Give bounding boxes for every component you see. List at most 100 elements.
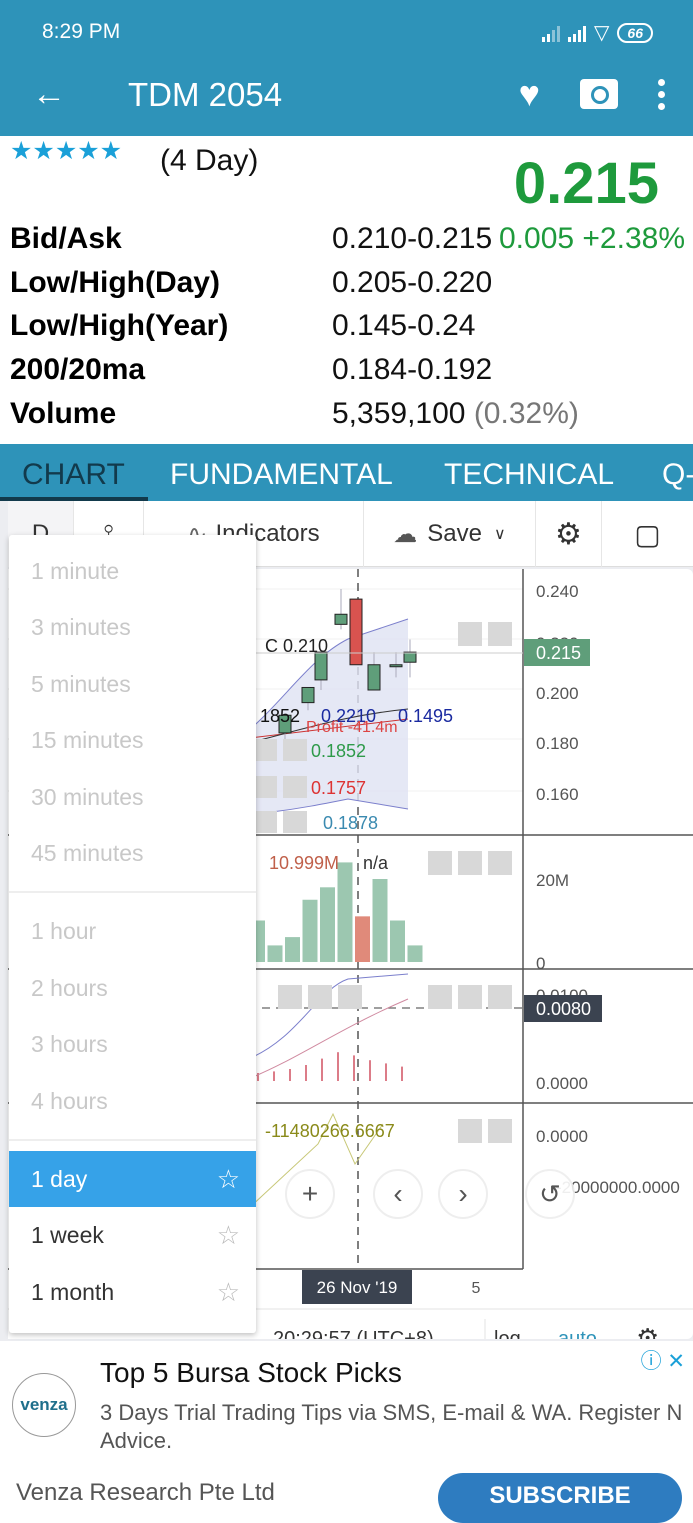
pane-controls-volume [428, 851, 512, 875]
more-options-icon[interactable] [658, 78, 665, 110]
volume-pct: (0.32%) [473, 397, 579, 430]
cloud-icon: ☁ [393, 520, 418, 548]
interval-option[interactable]: 15 minutes [9, 712, 256, 768]
ad-banner[interactable]: venza Top 5 Bursa Stock Picks 3 Days Tri… [0, 1343, 693, 1523]
profit-label: Profit -41.4m [306, 719, 398, 736]
tab-chart[interactable]: CHART [22, 458, 125, 492]
price-tick: 0.200 [536, 684, 579, 703]
candle-body [314, 651, 328, 681]
camera-outline-icon: ▢ [634, 518, 661, 550]
interval-option-label: 1 day [31, 1166, 88, 1192]
move-down-button [458, 622, 482, 646]
volume-bar [390, 920, 405, 962]
pane-controls-osc [458, 1119, 512, 1143]
last-price-tag: 0.215 [536, 643, 581, 663]
plus-icon: + [302, 1178, 318, 1209]
ad-info-close-icon[interactable]: ⓘ ✕ [641, 1345, 685, 1375]
chart-settings-icon: ⚙ [636, 1323, 659, 1339]
maximize-button [488, 622, 512, 646]
interval-option[interactable]: 1 minute [9, 543, 256, 599]
last-price: 0.215 [513, 151, 659, 216]
volume-bar [320, 887, 335, 962]
ad-company: Venza Research Pte Ltd [16, 1479, 275, 1506]
interval-option[interactable]: 4 hours [9, 1073, 256, 1129]
legend-green: 0.1852 [311, 741, 366, 761]
macd-signal [247, 998, 409, 1080]
row-label: Bid/Ask [10, 222, 122, 255]
volume-na: n/a [363, 853, 389, 873]
menu-separator [9, 1139, 256, 1141]
app-bar: 8:29 PM ▽ 66 ← TDM 2054 ♥ [0, 0, 693, 136]
quote-row-bid-ask: Bid/Ask 0.210-0.215 [10, 222, 492, 256]
volume-label: 10.999M [269, 853, 339, 873]
zoom-in-button: + [285, 1169, 335, 1219]
x-tick: 5 [472, 1280, 481, 1297]
row-value: 0.205-0.220 [332, 266, 493, 299]
chevron-right-icon: › [458, 1178, 467, 1209]
interval-option[interactable]: 45 minutes [9, 825, 256, 881]
volume-bar [372, 879, 388, 962]
interval-option[interactable]: 30 minutes [9, 769, 256, 825]
ad-logo: venza [12, 1373, 76, 1437]
heart-icon[interactable]: ♥ [519, 72, 540, 116]
interval-option[interactable]: 5 minutes [9, 656, 256, 712]
volume-bar [285, 937, 300, 962]
settings-button[interactable]: ⚙ [536, 501, 602, 567]
interval-option[interactable]: 1 day ☆ [9, 1151, 256, 1207]
candle-body [367, 664, 381, 691]
price-tick: 0.160 [536, 785, 579, 804]
favorite-star-icon[interactable]: ☆ [217, 1264, 240, 1320]
scroll-left-button: ‹ [373, 1169, 423, 1219]
screenshot-button[interactable]: ▢ [602, 501, 693, 567]
row-label: Low/High(Day) [10, 266, 220, 299]
macd-tick: 0.0000 [536, 1074, 588, 1093]
volume-bar [302, 899, 318, 962]
quote-row-year-range: Low/High(Year) 0.145-0.24 [10, 309, 475, 343]
auto-toggle: auto [558, 1328, 597, 1339]
interval-option[interactable]: 3 hours [9, 1016, 256, 1072]
signal-icon [542, 24, 561, 42]
date-tag: 26 Nov '19 [317, 1278, 398, 1297]
battery-icon: 66 [617, 22, 653, 43]
quote-row-ma: 200/20ma 0.184-0.192 [10, 353, 492, 387]
ad-title[interactable]: Top 5 Bursa Stock Picks [100, 1357, 402, 1389]
status-icons: ▽ 66 [542, 20, 653, 45]
row-value: 5,359,100 [332, 397, 466, 430]
interval-option[interactable]: 1 week ☆ [9, 1207, 256, 1263]
row-value: 0.145-0.24 [332, 309, 476, 342]
tab-technical[interactable]: TECHNICAL [444, 458, 614, 492]
macd-tag: 0.0080 [536, 999, 591, 1019]
clock-label: 20:29:57 (UTC+8) [273, 1328, 434, 1339]
volume-bar [407, 945, 423, 962]
subscribe-button[interactable]: SUBSCRIBE [438, 1473, 682, 1523]
interval-option-label: 1 month [31, 1278, 115, 1305]
rating-stars: ★★★★★ [10, 137, 123, 165]
quote-panel: ★★★★★ (4 Day) 0.215 0.005 +2.38% Bid/Ask… [0, 136, 693, 444]
tab-q[interactable]: Q- [662, 458, 693, 492]
favorite-star-icon[interactable]: ☆ [217, 1151, 240, 1207]
quote-row-volume: Volume 5,359,100 (0.32%) [10, 397, 579, 431]
favorite-star-icon[interactable]: ☆ [217, 1207, 240, 1263]
candle-body [349, 598, 363, 666]
back-arrow-icon[interactable]: ← [32, 74, 66, 114]
interval-option[interactable]: 3 minutes [9, 599, 256, 655]
interval-option-label: 1 week [31, 1222, 104, 1249]
interval-option[interactable]: 1 month ☆ [9, 1264, 256, 1320]
interval-option[interactable]: 1 hour [9, 903, 256, 959]
ad-description-2: Advice. [100, 1428, 173, 1453]
row-label: Volume [10, 397, 117, 430]
candle-body [301, 686, 315, 704]
interval-option[interactable]: 2 hours [9, 960, 256, 1016]
camera-icon[interactable] [580, 79, 618, 109]
save-button[interactable]: ☁ Save ∨ [364, 501, 536, 567]
reset-icon: ↺ [539, 1179, 561, 1209]
interval-dropdown: 1 minute 3 minutes 5 minutes 15 minutes 30 m… [9, 535, 256, 1333]
menu-separator [9, 891, 256, 894]
page-title: TDM 2054 [128, 76, 283, 113]
reset-button: ↺ [525, 1169, 575, 1219]
row-label: 200/20ma [10, 353, 146, 386]
volume-tick: 0 [536, 954, 545, 973]
tab-fundamental[interactable]: FUNDAMENTAL [170, 458, 393, 492]
log-toggle: log [494, 1328, 521, 1339]
candle-body [389, 664, 403, 668]
